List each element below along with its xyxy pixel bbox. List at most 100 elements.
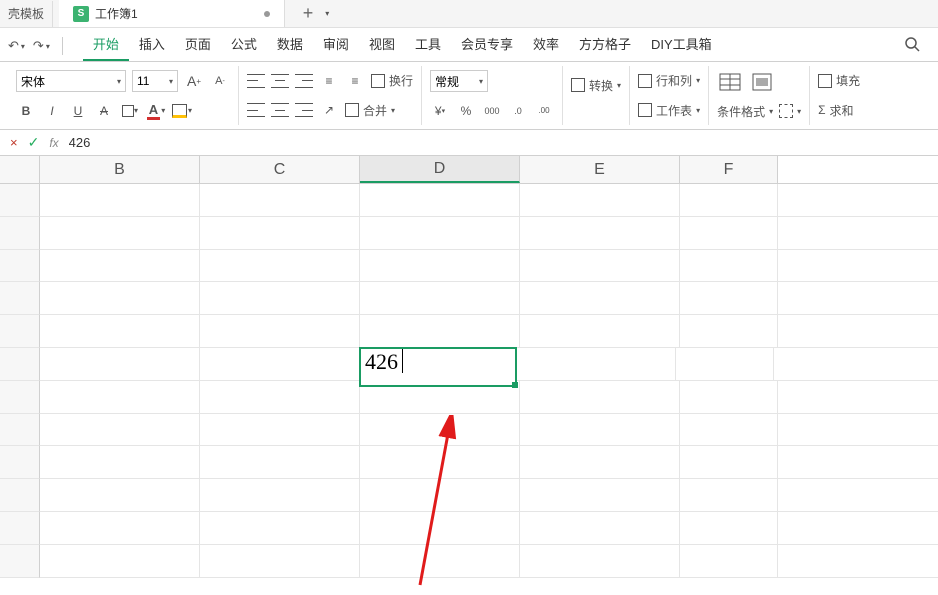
col-header-B[interactable]: B — [40, 156, 200, 183]
tab-menu-chevron-icon[interactable]: ▾ — [325, 9, 329, 18]
cell-E5[interactable] — [520, 315, 680, 347]
row-header[interactable] — [0, 414, 40, 447]
menu-item-4[interactable]: 数据 — [267, 28, 313, 61]
row-header[interactable] — [0, 479, 40, 512]
align-right-button[interactable] — [295, 103, 313, 117]
add-tab-button[interactable]: + — [303, 3, 314, 24]
cell-C2[interactable] — [200, 217, 360, 249]
cell-C9[interactable] — [200, 446, 360, 478]
cell-B7[interactable] — [40, 381, 200, 413]
menu-item-9[interactable]: 效率 — [523, 28, 569, 61]
cell-E10[interactable] — [520, 479, 680, 511]
col-header-D[interactable]: D — [360, 156, 520, 183]
cell-C11[interactable] — [200, 512, 360, 544]
cell-B4[interactable] — [40, 282, 200, 314]
cell-F5[interactable] — [680, 315, 778, 347]
cell-F2[interactable] — [680, 217, 778, 249]
cell-C1[interactable] — [200, 184, 360, 216]
strikethrough-button[interactable]: A — [94, 101, 114, 121]
col-header-C[interactable]: C — [200, 156, 360, 183]
bold-button[interactable]: B — [16, 101, 36, 121]
cell-style-icon[interactable] — [749, 72, 775, 92]
menu-item-6[interactable]: 视图 — [359, 28, 405, 61]
formula-input[interactable] — [69, 135, 928, 150]
row-header[interactable] — [0, 348, 40, 381]
cell-D9[interactable] — [360, 446, 520, 478]
cell-D1[interactable] — [360, 184, 520, 216]
cell-E6[interactable] — [516, 348, 676, 380]
cell-E4[interactable] — [520, 282, 680, 314]
cell-E12[interactable] — [520, 545, 680, 577]
row-header[interactable] — [0, 282, 40, 315]
cell-D4[interactable] — [360, 282, 520, 314]
decrease-font-button[interactable]: A- — [210, 71, 230, 91]
redo-button[interactable]: ↷▾ — [33, 38, 50, 54]
align-center-button[interactable] — [271, 103, 289, 117]
cell-D6[interactable]: 426 — [359, 347, 517, 387]
percent-button[interactable]: % — [456, 101, 476, 121]
menu-item-2[interactable]: 页面 — [175, 28, 221, 61]
cell-C8[interactable] — [200, 414, 360, 446]
row-header[interactable] — [0, 512, 40, 545]
currency-button[interactable]: ¥▾ — [430, 101, 450, 121]
cell-F12[interactable] — [680, 545, 778, 577]
row-header[interactable] — [0, 446, 40, 479]
underline-button[interactable]: U — [68, 101, 88, 121]
cell-F1[interactable] — [680, 184, 778, 216]
row-header[interactable] — [0, 250, 40, 283]
cell-C7[interactable] — [200, 381, 360, 413]
tab-template[interactable]: 壳模板 — [0, 1, 53, 27]
cell-B10[interactable] — [40, 479, 200, 511]
cell-F4[interactable] — [680, 282, 778, 314]
cell-D5[interactable] — [360, 315, 520, 347]
decrease-decimal-button[interactable]: .0 — [508, 101, 528, 121]
cell-E1[interactable] — [520, 184, 680, 216]
cell-E11[interactable] — [520, 512, 680, 544]
wrap-text-button[interactable]: 换行 — [371, 72, 413, 89]
menu-item-1[interactable]: 插入 — [129, 28, 175, 61]
fill-down-button[interactable]: ▾ — [779, 104, 801, 118]
cell-D2[interactable] — [360, 217, 520, 249]
cell-E7[interactable] — [520, 381, 680, 413]
menu-item-7[interactable]: 工具 — [405, 28, 451, 61]
menu-item-3[interactable]: 公式 — [221, 28, 267, 61]
cell-D12[interactable] — [360, 545, 520, 577]
cells-area[interactable]: 426 — [40, 184, 938, 578]
cell-D8[interactable] — [360, 414, 520, 446]
undo-button[interactable]: ↶▾ — [8, 38, 25, 54]
row-header[interactable] — [0, 184, 40, 217]
cell-F10[interactable] — [680, 479, 778, 511]
cell-B8[interactable] — [40, 414, 200, 446]
cell-C5[interactable] — [200, 315, 360, 347]
worksheet-button[interactable]: 工作表▾ — [638, 102, 700, 119]
cell-B12[interactable] — [40, 545, 200, 577]
menu-item-5[interactable]: 审阅 — [313, 28, 359, 61]
font-size-select[interactable]: 11▾ — [132, 70, 178, 92]
cell-F9[interactable] — [680, 446, 778, 478]
number-format-select[interactable]: 常规▾ — [430, 70, 488, 92]
cell-D10[interactable] — [360, 479, 520, 511]
cell-C10[interactable] — [200, 479, 360, 511]
cell-B2[interactable] — [40, 217, 200, 249]
cancel-edit-button[interactable]: × — [10, 135, 18, 150]
cell-F11[interactable] — [680, 512, 778, 544]
fx-icon[interactable]: fx — [49, 136, 58, 150]
increase-font-button[interactable]: A+ — [184, 71, 204, 91]
cell-C12[interactable] — [200, 545, 360, 577]
menu-item-11[interactable]: DIY工具箱 — [641, 28, 722, 61]
cell-C3[interactable] — [200, 250, 360, 282]
conditional-format-button[interactable]: 条件格式▾ — [717, 103, 773, 120]
align-bottom-button[interactable] — [295, 74, 313, 88]
align-left-button[interactable] — [247, 103, 265, 117]
select-all-corner[interactable] — [0, 156, 40, 183]
italic-button[interactable]: I — [42, 101, 62, 121]
cell-D11[interactable] — [360, 512, 520, 544]
font-name-select[interactable]: 宋体▾ — [16, 70, 126, 92]
merge-cells-button[interactable]: 合并▾ — [345, 102, 395, 119]
table-style-icon[interactable] — [717, 72, 743, 92]
search-icon[interactable] — [894, 30, 930, 61]
cell-B11[interactable] — [40, 512, 200, 544]
increase-decimal-button[interactable]: .00 — [534, 101, 554, 121]
autosum-button[interactable]: Σ 求和 — [818, 102, 853, 119]
row-header[interactable] — [0, 315, 40, 348]
